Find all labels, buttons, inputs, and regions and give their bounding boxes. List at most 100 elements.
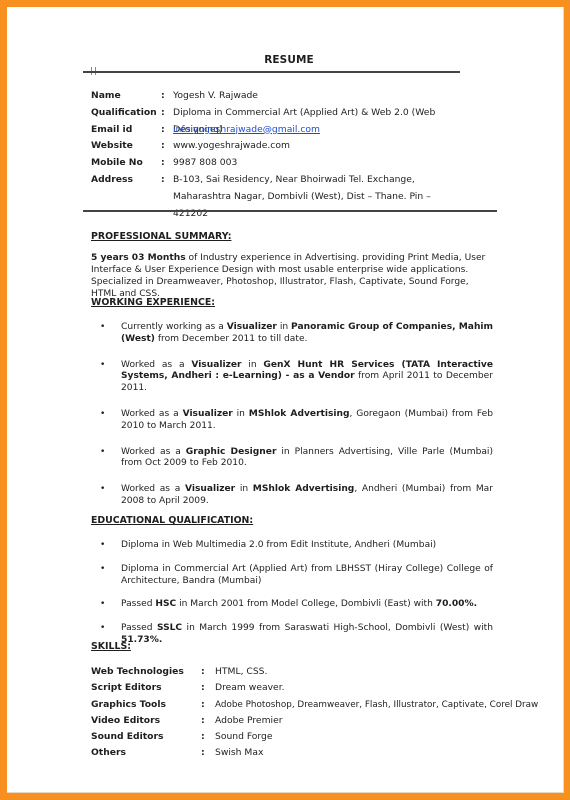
skill-value: Adobe Premier	[215, 714, 283, 726]
skill-value: Dream weaver.	[215, 682, 285, 694]
text: Worked as a	[121, 408, 183, 419]
skill-label: Script Editors	[91, 682, 162, 694]
contact-row-website: Website : www.yogeshrajwade.com	[91, 138, 483, 155]
text: in	[235, 484, 253, 495]
text: Diploma in Commercial Art (Applied Art) …	[121, 563, 493, 586]
website-value: www.yogeshrajwade.com	[173, 140, 290, 152]
title-divider	[83, 71, 460, 73]
list-item: • Worked as a Visualizer in MShlok Advert…	[91, 484, 493, 508]
contact-label: Email id	[91, 123, 133, 135]
bullet-icon: •	[100, 599, 106, 610]
skill-row: Others : Swish Max	[91, 745, 538, 761]
email-link[interactable]: info.yogeshrajwade@gmail.com	[173, 124, 320, 135]
list-item: • Passed HSC in March 2001 from Model Col…	[91, 599, 493, 611]
text: from December 2011 to till date.	[154, 333, 308, 344]
skills-heading: SKILLS:	[91, 641, 131, 652]
skill-value: Adobe Photoshop, Dreamweaver, Flash, Ill…	[215, 699, 539, 710]
separator: :	[161, 157, 165, 169]
skill-value: Swish Max	[215, 747, 264, 759]
list-item: • Currently working as a Visualizer in Pa…	[91, 322, 493, 346]
contact-value: B-103, Sai Residency, Near Bhoirwadi Tel…	[173, 173, 431, 219]
text: Currently working as a	[121, 322, 227, 332]
contact-row-name: Name : Yogesh V. Rajwade	[91, 88, 483, 105]
text: Worked as a	[121, 446, 186, 457]
separator: :	[161, 140, 165, 152]
bold-text: MShlok Advertising	[252, 484, 355, 495]
summary-heading: PROFESSIONAL SUMMARY:	[91, 231, 232, 242]
skill-label: Sound Editors	[91, 731, 164, 743]
contact-label: Mobile No	[91, 157, 143, 169]
list-item: • Diploma in Commercial Art (Applied Art)…	[91, 564, 493, 588]
contact-divider	[83, 210, 497, 212]
text: in	[276, 322, 292, 332]
education-list: • Diploma in Web Multimedia 2.0 from Edit…	[91, 540, 493, 647]
bold-text: Visualizer	[184, 484, 236, 495]
bullet-icon: •	[100, 563, 106, 574]
text: Worked as a	[121, 484, 185, 495]
contact-row-qualification: Qualification : Diploma in Commercial Ar…	[91, 105, 483, 135]
skill-label: Others	[91, 747, 126, 759]
bold-text: Visualizer	[191, 359, 242, 370]
skill-row: Sound Editors : Sound Forge	[91, 729, 538, 745]
skill-row: Video Editors : Adobe Premier	[91, 713, 538, 729]
skills-table: Web Technologies : HTML, CSS. Script Edi…	[91, 664, 538, 762]
separator: :	[161, 106, 165, 118]
bold-text: SSLC	[156, 623, 183, 634]
summary-lead: 5 years 03 Months	[91, 253, 186, 263]
list-item: • Passed SSLC in March 1999 from Saraswat…	[91, 623, 493, 647]
list-item: • Worked as a Visualizer in GenX Hunt HR …	[91, 360, 493, 395]
skill-row: Script Editors : Dream weaver.	[91, 680, 538, 696]
text: Worked as a	[121, 359, 192, 370]
separator: :	[161, 173, 165, 185]
summary-paragraph: 5 years 03 Months of Industry experience…	[91, 252, 491, 300]
separator: :	[201, 666, 205, 677]
bullet-icon: •	[100, 623, 106, 634]
skill-row: Graphics Tools : Adobe Photoshop, Dreamw…	[91, 697, 538, 713]
contact-value: Yogesh V. Rajwade	[173, 90, 258, 101]
contact-value: 9987 808 003	[173, 157, 238, 169]
bold-text: Graphic Designer	[185, 446, 277, 457]
contact-row-address: Address : B-103, Sai Residency, Near Bho…	[91, 172, 483, 219]
contact-info: Name : Yogesh V. Rajwade Qualification :…	[91, 88, 483, 219]
skill-label: Web Technologies	[91, 666, 184, 677]
list-item: • Worked as a Graphic Designer in Planner…	[91, 447, 493, 471]
bullet-icon: •	[100, 359, 106, 370]
text: in	[232, 408, 249, 419]
resume-page: RESUME Name : Yogesh V. Rajwade Qualific…	[7, 7, 564, 793]
text: Passed	[121, 599, 156, 610]
bold-text: HSC	[155, 599, 177, 610]
text: in	[241, 359, 264, 370]
separator: :	[201, 747, 205, 759]
experience-list: • Currently working as a Visualizer in Pa…	[91, 322, 493, 508]
bullet-icon: •	[100, 484, 106, 495]
bold-text: Visualizer	[182, 408, 233, 419]
separator: :	[201, 698, 205, 710]
list-item: • Worked as a Visualizer in MShlok Advert…	[91, 409, 493, 433]
separator: :	[161, 123, 165, 135]
contact-label: Website	[91, 140, 133, 152]
bold-text: MShlok Advertising	[248, 408, 350, 419]
bold-text: Visualizer	[226, 322, 277, 332]
bullet-icon: •	[100, 408, 106, 419]
skill-value: Sound Forge	[215, 731, 273, 743]
experience-heading: WORKING EXPERIENCE:	[91, 297, 215, 308]
education-heading: EDUCATIONAL QUALIFICATION:	[91, 515, 254, 526]
text: Diploma in Web Multimedia 2.0 from Edit …	[121, 540, 437, 550]
bullet-icon: •	[100, 446, 106, 457]
contact-label: Address	[91, 173, 133, 185]
text: in March 2001 from Model College, Dombiv…	[176, 599, 436, 610]
text: Passed	[121, 623, 157, 634]
contact-row-email: Email id : info.yogeshrajwade@gmail.com	[91, 122, 483, 139]
document-title: RESUME	[264, 54, 314, 66]
contact-row-mobile: Mobile No : 9987 808 003	[91, 155, 483, 172]
skill-value: HTML, CSS.	[215, 666, 268, 677]
separator: :	[201, 731, 205, 743]
skill-row: Web Technologies : HTML, CSS.	[91, 664, 538, 680]
bold-text: 70.00%.	[435, 599, 478, 610]
separator: :	[201, 714, 205, 726]
text: in March 1999 from Saraswati High-School…	[182, 623, 493, 634]
separator: :	[201, 682, 205, 694]
skill-label: Graphics Tools	[91, 698, 166, 710]
bullet-icon: •	[100, 540, 106, 550]
contact-label: Qualification	[91, 106, 157, 118]
